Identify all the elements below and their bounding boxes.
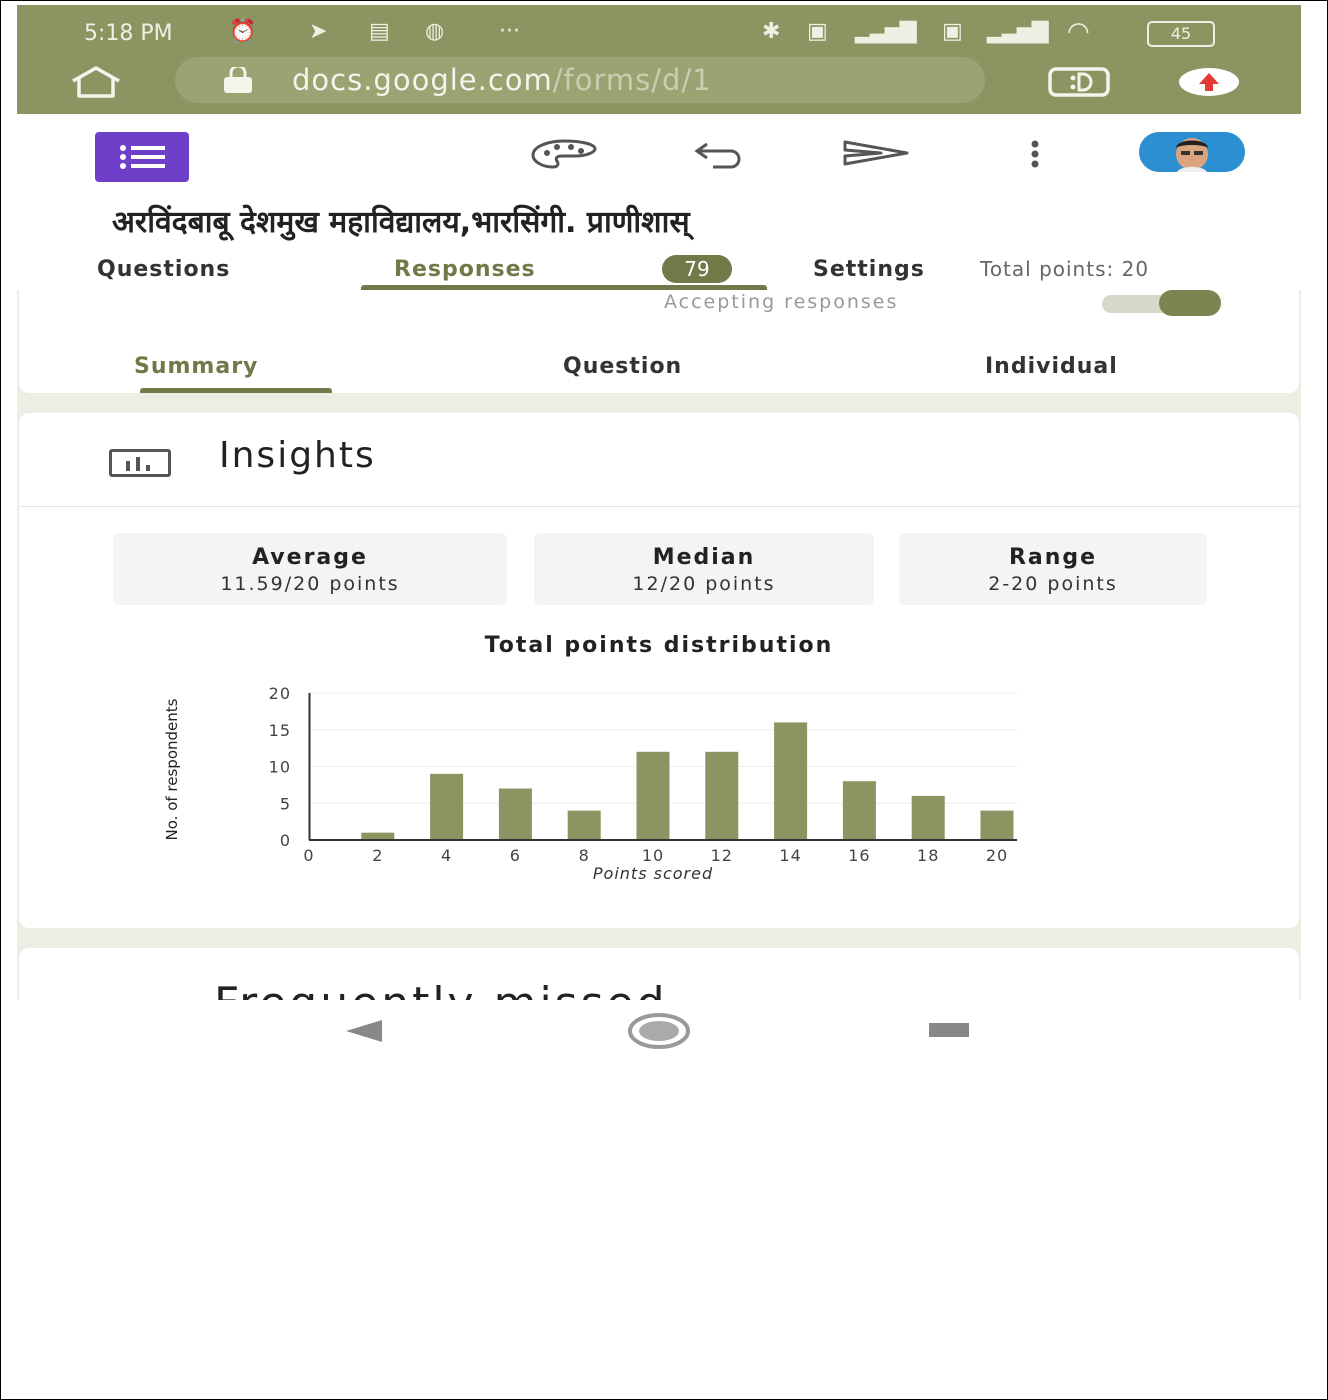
tab-switcher-icon[interactable] (1047, 66, 1111, 98)
active-subtab-indicator (140, 388, 332, 393)
send-icon[interactable] (841, 138, 911, 168)
y-tick-label: 10 (269, 758, 291, 777)
google-forms-logo[interactable] (95, 132, 189, 182)
x-tick-label: 2 (372, 846, 383, 865)
points-distribution-chart: 0 5 10 15 20 0 2 4 6 8 10 12 14 16 18 20 Points scored No… (163, 684, 1017, 883)
accepting-responses-label: Accepting responses (664, 291, 899, 313)
home-nav-icon[interactable] (627, 1012, 691, 1050)
bar (842, 781, 876, 840)
average-value: 11.59/20 points (220, 573, 400, 595)
recents-icon[interactable] (927, 1020, 971, 1040)
download-update-icon[interactable] (1177, 67, 1241, 97)
median-label: Median (652, 545, 756, 570)
insights-chart-icon (109, 449, 171, 477)
responses-count-badge: 79 (662, 255, 732, 283)
x-tick-label: 14 (779, 846, 801, 865)
android-nav-bar (17, 1000, 1301, 1065)
x-tick-label: 20 (986, 846, 1008, 865)
volte-icon-2: ▣ (942, 19, 963, 44)
home-icon[interactable] (65, 65, 127, 99)
volte-icon: ▣ (807, 19, 828, 44)
insights-card: Insights Average 11.59/20 points Median … (19, 413, 1299, 928)
back-icon[interactable] (342, 1018, 386, 1044)
palette-icon[interactable] (529, 138, 599, 170)
wifi-icon: ◠ (1067, 17, 1090, 47)
forms-list-icon (120, 145, 165, 169)
signal-icon: ▂▃▅▇ (855, 19, 917, 44)
insights-title: Insights (219, 435, 376, 476)
x-tick-label: 8 (579, 846, 590, 865)
average-stat: Average 11.59/20 points (113, 533, 507, 605)
x-tick-label: 4 (441, 846, 452, 865)
bar (636, 751, 670, 840)
phone-screen: 5:18 PM ⏰ ➤ ▤ ◍ ··· ✱ ▣ ▂▃▅▇ ▣ ▂▃▅▇ ◠ 45… (17, 5, 1301, 1065)
undo-icon[interactable] (691, 140, 751, 170)
bar (911, 795, 945, 840)
browser-chrome: 5:18 PM ⏰ ➤ ▤ ◍ ··· ✱ ▣ ▂▃▅▇ ▣ ▂▃▅▇ ◠ 45… (17, 5, 1301, 114)
x-tick-label: 10 (642, 846, 664, 865)
form-title: अरविंदबाबू देशमुख महाविद्यालय,भारसिंगी. … (112, 205, 690, 240)
x-tick-label: 6 (510, 846, 521, 865)
insights-header: Insights (19, 413, 1299, 507)
tab-responses[interactable]: Responses (394, 257, 536, 282)
bluetooth-icon: ✱ (762, 19, 781, 44)
median-stat: Median 12/20 points (534, 533, 874, 605)
telegram-icon: ➤ (309, 19, 328, 44)
chart-title: Total points distribution (484, 633, 834, 658)
lock-icon (224, 67, 252, 93)
range-value: 2-20 points (988, 573, 1118, 595)
subtab-question[interactable]: Question (563, 354, 682, 379)
status-time: 5:18 PM (84, 21, 173, 46)
message-icon: ▤ (369, 19, 390, 44)
x-tick-label: 12 (711, 846, 733, 865)
battery-icon: 45 (1147, 21, 1215, 47)
y-tick-label: 20 (269, 684, 291, 703)
bar (567, 810, 601, 840)
signal-icon-2: ▂▃▅▇ (987, 19, 1049, 44)
app-notification-icon: ◍ (425, 19, 445, 44)
more-notifications: ··· (499, 19, 520, 44)
y-tick-label: 0 (280, 831, 291, 850)
subtab-summary[interactable]: Summary (134, 354, 258, 379)
total-points: Total points: 20 (980, 257, 1150, 281)
toggle-knob[interactable] (1159, 290, 1221, 316)
more-vert-icon[interactable] (1025, 139, 1045, 169)
range-stat: Range 2-20 points (899, 533, 1207, 605)
bar (361, 832, 395, 840)
x-tick-label: 18 (917, 846, 939, 865)
x-tick-label: 16 (848, 846, 870, 865)
x-axis-label: Points scored (593, 864, 713, 883)
responses-header-card: Accepting responses Summary Question Ind… (19, 290, 1299, 393)
bar (774, 722, 808, 840)
url-host: docs.google.com (292, 63, 553, 97)
responses-content: Accepting responses Summary Question Ind… (17, 290, 1301, 1029)
average-label: Average (252, 545, 368, 570)
bar (980, 810, 1014, 840)
frequently-missed-card: Frequently missed (19, 948, 1299, 1029)
range-label: Range (1008, 545, 1098, 570)
url-text[interactable]: docs.google.com/forms/d/1 (292, 63, 712, 97)
y-tick-label: 15 (269, 721, 291, 740)
y-tick-label: 5 (280, 794, 291, 813)
bar (430, 773, 464, 840)
tab-questions[interactable]: Questions (97, 257, 230, 282)
y-axis-label: No. of respondents (163, 698, 181, 840)
median-value: 12/20 points (632, 573, 776, 595)
x-tick-label: 0 (303, 846, 314, 865)
tab-settings[interactable]: Settings (813, 257, 925, 282)
bar (705, 751, 739, 840)
bar (498, 788, 532, 840)
avatar[interactable] (1139, 132, 1245, 172)
alarm-icon: ⏰ (229, 19, 257, 44)
url-path: /forms/d/1 (552, 63, 712, 97)
subtab-individual[interactable]: Individual (985, 354, 1118, 379)
